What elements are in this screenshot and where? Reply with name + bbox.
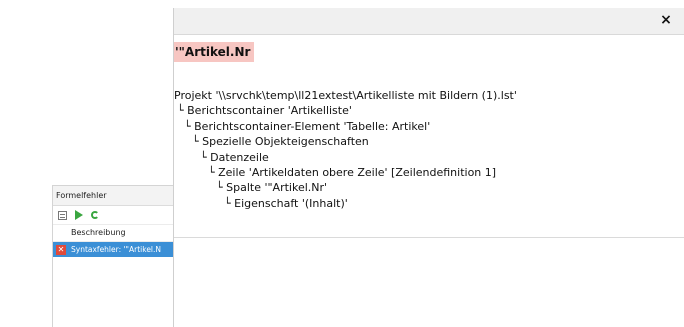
tree-item-column: └ Spalte '"Artikel.Nr': [174, 180, 517, 195]
tree-label: Zeile 'Artikeldaten obere Zeile' [Zeilen…: [218, 166, 497, 180]
tree-label: Spezielle Objekteigenschaften: [202, 135, 369, 149]
error-text: Syntaxfehler: '"Artikel.N: [71, 245, 162, 254]
tree-prefix: └: [224, 196, 235, 210]
tree-prefix: └: [216, 181, 227, 195]
run-icon[interactable]: [75, 210, 83, 220]
tree-prefix: └: [184, 119, 195, 133]
close-button[interactable]: ×: [658, 12, 674, 28]
divider: [174, 237, 684, 238]
tree-item-property: └ Eigenschaft '(Inhalt)': [174, 196, 517, 211]
tree-label: Projekt '\\srvchk\temp\ll21extest\Artike…: [174, 89, 517, 102]
object-path-tree: Projekt '\\srvchk\temp\ll21extest\Artike…: [174, 88, 517, 211]
panel-title: Formelfehler: [53, 186, 174, 206]
list-icon[interactable]: [58, 210, 67, 220]
error-expression: '"Artikel.Nr: [174, 42, 255, 62]
formula-error-panel: Formelfehler Beschreibung ✕ Syntaxfehler…: [52, 185, 174, 327]
tree-label: Berichtscontainer-Element 'Tabelle: Arti…: [194, 119, 431, 133]
dialog-titlebar: ×: [174, 8, 684, 35]
tree-label: Datenzeile: [210, 150, 269, 164]
tree-label: Berichtscontainer 'Artikelliste': [187, 104, 352, 118]
tree-prefix: └: [208, 166, 219, 180]
error-list-item[interactable]: ✕ Syntaxfehler: '"Artikel.N: [53, 242, 174, 257]
error-icon: ✕: [56, 244, 66, 255]
tree-prefix: └: [192, 135, 203, 149]
tree-item-container-element: └ Berichtscontainer-Element 'Tabelle: Ar…: [174, 119, 517, 134]
panel-toolbar: [53, 206, 174, 225]
tree-label: Eigenschaft '(Inhalt)': [234, 196, 348, 210]
error-detail-dialog: × '"Artikel.Nr Projekt '\\srvchk\temp\ll…: [173, 8, 684, 327]
tree-item-report-container: └ Berichtscontainer 'Artikelliste': [174, 103, 517, 118]
tree-prefix: └: [177, 104, 188, 118]
refresh-icon[interactable]: [91, 211, 99, 219]
tree-label: Spalte '"Artikel.Nr': [226, 181, 328, 195]
tree-item-data-line: └ Datenzeile: [174, 150, 517, 165]
tree-prefix: └: [200, 150, 211, 164]
tree-item-project: Projekt '\\srvchk\temp\ll21extest\Artike…: [174, 88, 517, 103]
tree-item-object-properties: └ Spezielle Objekteigenschaften: [174, 134, 517, 149]
column-header-beschreibung[interactable]: Beschreibung: [53, 225, 174, 242]
tree-item-row: └ Zeile 'Artikeldaten obere Zeile' [Zeil…: [174, 165, 517, 180]
